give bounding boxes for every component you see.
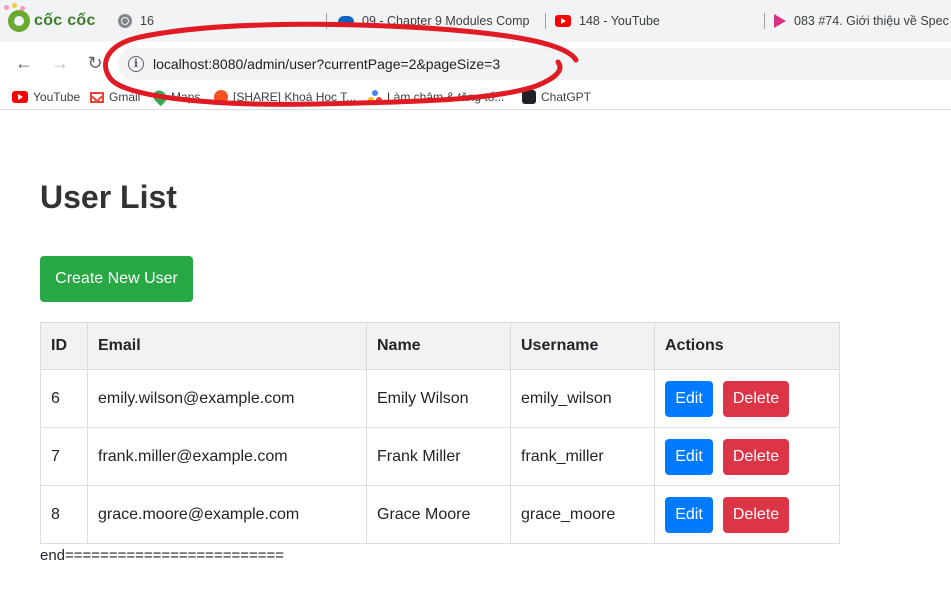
table-row: 7 frank.miller@example.com Frank Miller … xyxy=(40,427,840,486)
tab-separator xyxy=(326,13,327,29)
bookmark-label: Làm chậm & tăng tố... xyxy=(387,90,505,104)
table-header-row: ID Email Name Username Actions xyxy=(40,322,840,370)
tab-2[interactable]: 09 - Chapter 9 Modules Comp xyxy=(338,8,538,34)
tab-1-label: 16 xyxy=(140,14,154,28)
header-actions: Actions xyxy=(654,322,840,370)
browser-window: cốc cốc 16 09 - Chapter 9 Modules Comp 1… xyxy=(0,0,951,616)
cell-email: grace.moore@example.com xyxy=(87,485,367,544)
header-email: Email xyxy=(87,322,367,370)
browser-brand[interactable]: cốc cốc xyxy=(4,3,96,34)
cell-username: emily_wilson xyxy=(510,369,655,428)
bookmark-label: YouTube xyxy=(33,90,81,104)
bookmark-youtube[interactable]: YouTube xyxy=(12,88,80,106)
cell-username: grace_moore xyxy=(510,485,655,544)
bookmark-share[interactable]: [SHARE] Khoá Học T... xyxy=(214,88,356,106)
delete-button[interactable]: Delete xyxy=(723,380,789,417)
cell-id: 8 xyxy=(40,485,88,544)
tab-separator xyxy=(764,13,765,29)
tab-separator xyxy=(545,13,546,29)
cell-actions: Edit Delete xyxy=(654,485,840,544)
tab-4[interactable]: 083 #74. Giới thiệu về Spec xyxy=(774,8,951,34)
maps-icon xyxy=(150,87,170,107)
end-marker-text: end========================= xyxy=(40,547,285,564)
cell-id: 6 xyxy=(40,369,88,428)
url-text[interactable]: localhost:8080/admin/user?currentPage=2&… xyxy=(153,56,500,72)
user-table: ID Email Name Username Actions 6 emily.w… xyxy=(40,322,840,544)
bookmark-gmail[interactable]: Gmail xyxy=(90,88,140,106)
site-info-icon[interactable]: i xyxy=(128,56,144,72)
globe-icon xyxy=(118,14,132,28)
back-arrow-icon[interactable]: ← xyxy=(13,52,35,74)
address-bar[interactable]: i localhost:8080/admin/user?currentPage=… xyxy=(118,48,951,80)
reload-icon[interactable]: ↻ xyxy=(84,52,106,74)
header-name: Name xyxy=(366,322,511,370)
bookmark-label: Gmail xyxy=(109,90,141,104)
browser-brand-name: cốc cốc xyxy=(34,12,96,29)
cell-username: frank_miller xyxy=(510,427,655,486)
bookmark-lam-cham[interactable]: Làm chậm & tăng tố... xyxy=(368,88,504,106)
cell-actions: Edit Delete xyxy=(654,369,840,428)
bookmark-label: Maps xyxy=(171,90,201,104)
bookmark-maps[interactable]: Maps xyxy=(150,87,201,107)
tab-3-label: 148 - YouTube xyxy=(579,14,660,28)
header-id: ID xyxy=(40,322,88,370)
cell-name: Grace Moore xyxy=(366,485,511,544)
cell-actions: Edit Delete xyxy=(654,427,840,486)
page-content: User List Create New User ID Email Name … xyxy=(0,111,951,616)
youtube-icon xyxy=(12,91,28,103)
tab-1[interactable]: 16 xyxy=(118,8,308,34)
bookmark-label: ChatGPT xyxy=(541,90,592,104)
app-icon xyxy=(368,90,382,104)
edit-button[interactable]: Edit xyxy=(665,380,713,417)
bookmarks-bar: YouTube Gmail Maps [SHARE] Khoá Học T...… xyxy=(0,84,951,110)
create-user-button[interactable]: Create New User xyxy=(40,256,193,302)
bookmark-chatgpt[interactable]: ChatGPT xyxy=(522,88,591,106)
share-icon xyxy=(214,90,228,104)
cloud-icon xyxy=(338,15,354,27)
chatgpt-icon xyxy=(522,90,536,104)
cell-id: 7 xyxy=(40,427,88,486)
cell-name: Frank Miller xyxy=(366,427,511,486)
page-title: User List xyxy=(40,179,177,215)
cell-email: frank.miller@example.com xyxy=(87,427,367,486)
table-row: 6 emily.wilson@example.com Emily Wilson … xyxy=(40,369,840,428)
forward-arrow-icon[interactable]: → xyxy=(49,52,71,74)
youtube-icon xyxy=(555,15,571,27)
gmail-icon xyxy=(90,91,104,103)
edit-button[interactable]: Edit xyxy=(665,496,713,533)
tab-3[interactable]: 148 - YouTube xyxy=(555,8,755,34)
bookmark-label: [SHARE] Khoá Học T... xyxy=(233,90,357,104)
cell-name: Emily Wilson xyxy=(366,369,511,428)
navigation-bar: ← → ↻ i localhost:8080/admin/user?curren… xyxy=(0,42,951,84)
tab-strip: cốc cốc 16 09 - Chapter 9 Modules Comp 1… xyxy=(0,0,951,42)
play-icon xyxy=(774,14,786,28)
cell-email: emily.wilson@example.com xyxy=(87,369,367,428)
tab-4-label: 083 #74. Giới thiệu về Spec xyxy=(794,14,949,28)
tab-2-label: 09 - Chapter 9 Modules Comp xyxy=(362,14,530,28)
edit-button[interactable]: Edit xyxy=(665,438,713,475)
coccoc-logo-icon xyxy=(4,3,30,32)
header-username: Username xyxy=(510,322,655,370)
delete-button[interactable]: Delete xyxy=(723,496,789,533)
table-row: 8 grace.moore@example.com Grace Moore gr… xyxy=(40,485,840,544)
delete-button[interactable]: Delete xyxy=(723,438,789,475)
